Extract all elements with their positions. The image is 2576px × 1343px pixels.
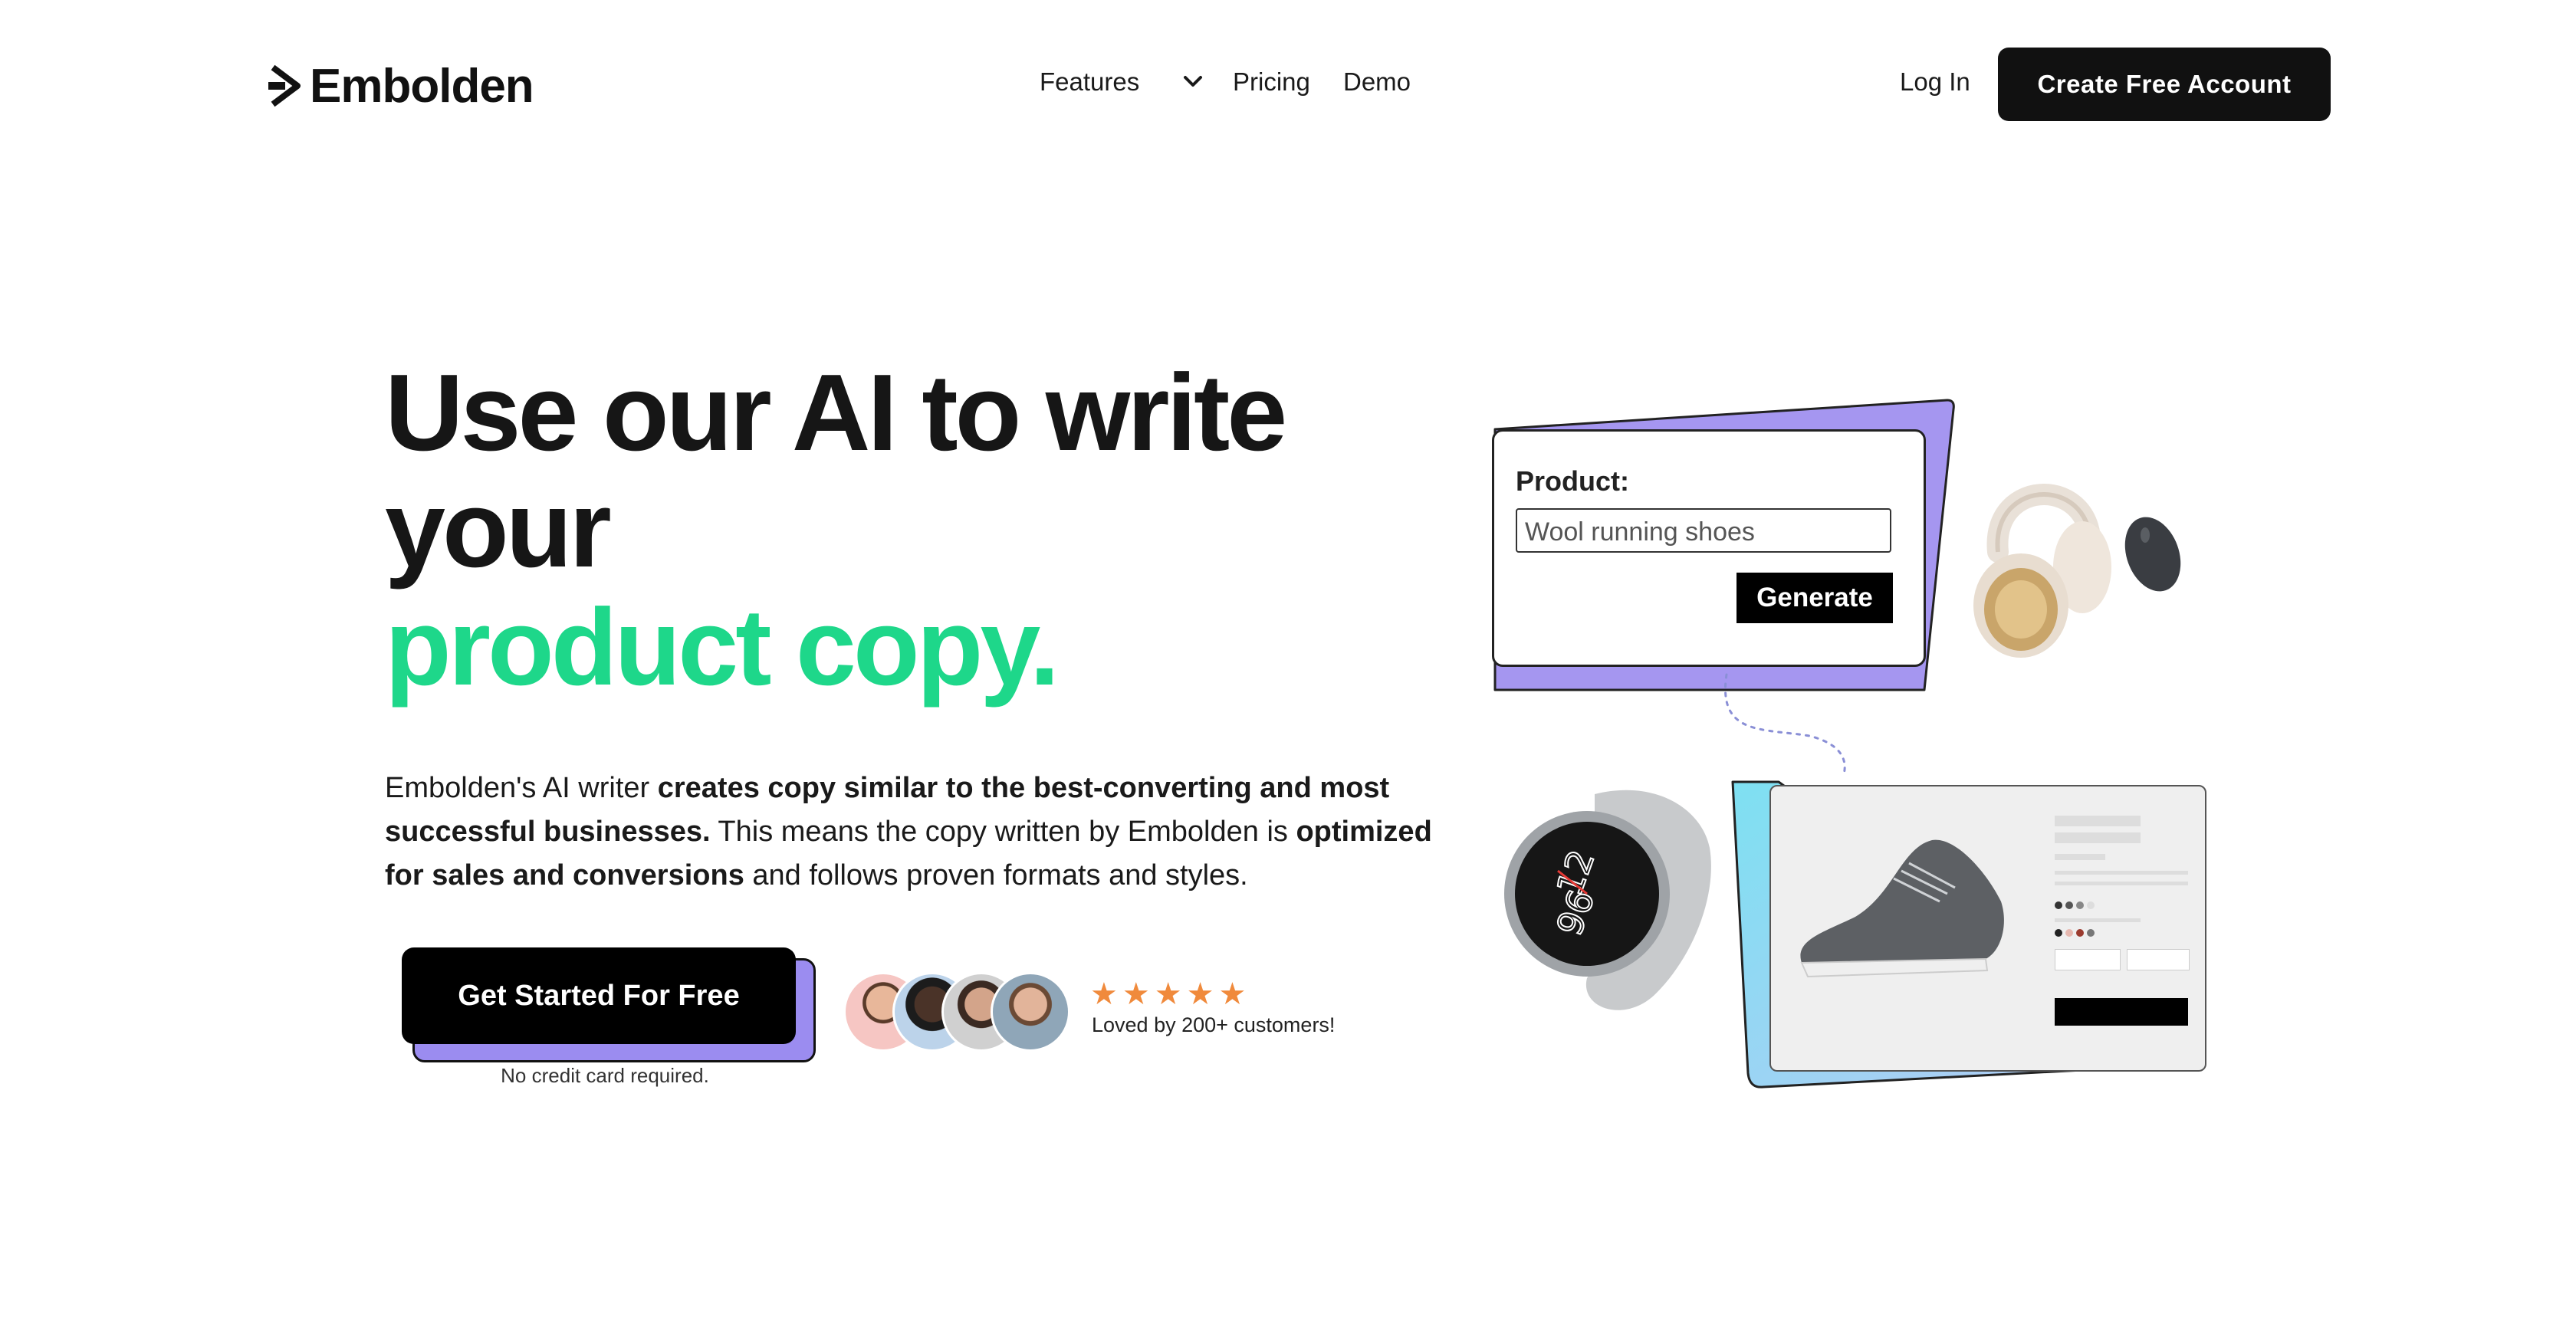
shoe-product-page — [1769, 785, 2206, 1072]
star-icon: ★ — [1186, 977, 1214, 1011]
nav-features-label: Features — [1040, 67, 1140, 96]
color-swatches — [2055, 901, 2095, 909]
swatch — [2065, 929, 2073, 937]
hero-description: Embolden's AI writer creates copy simila… — [385, 767, 1458, 898]
star-icon: ★ — [1090, 977, 1118, 1011]
get-started-button[interactable]: Get Started For Free — [402, 947, 796, 1044]
product-input[interactable]: Wool running shoes — [1516, 508, 1891, 553]
swatch — [2055, 929, 2062, 937]
brand-logo[interactable]: Embolden — [268, 57, 534, 115]
rating-stars: ★ ★ ★ ★ ★ — [1090, 977, 1246, 1012]
hero-title-line1: Use our AI to write — [385, 352, 1287, 474]
star-icon: ★ — [1122, 977, 1150, 1011]
hero-title-line3: product copy. — [385, 586, 1060, 708]
placeholder-line — [2055, 854, 2105, 860]
hero-title-line2: your — [385, 468, 612, 590]
customer-count: Loved by 200+ customers! — [1092, 1013, 1336, 1036]
product-label: Product: — [1516, 465, 1629, 497]
color-swatches-2 — [2055, 929, 2095, 937]
desc-text-2: This means the copy written by Embolden … — [710, 816, 1296, 848]
nav-demo[interactable]: Demo — [1343, 67, 1411, 97]
swatch — [2065, 901, 2073, 909]
placeholder-line — [2055, 871, 2188, 875]
placeholder-line — [2055, 816, 2141, 826]
nav-pricing[interactable]: Pricing — [1233, 67, 1310, 97]
swatch — [2087, 929, 2095, 937]
star-icon: ★ — [1218, 977, 1247, 1011]
no-credit-card-note: No credit card required. — [501, 1064, 709, 1087]
swatch — [2076, 929, 2084, 937]
shoe-image — [1800, 839, 2004, 978]
swatch — [2076, 901, 2084, 909]
swatch — [2087, 901, 2095, 909]
login-link[interactable]: Log In — [1900, 67, 1970, 97]
logo-icon — [268, 64, 301, 107]
swatch — [2055, 901, 2062, 909]
mouse-image — [2124, 517, 2181, 592]
brand-name: Embolden — [310, 59, 534, 113]
customer-avatar — [991, 972, 1070, 1052]
smartwatch-image: 12 96 — [1504, 790, 1711, 1010]
star-icon: ★ — [1154, 977, 1182, 1011]
placeholder-line — [2055, 832, 2141, 843]
create-account-button[interactable]: Create Free Account — [1998, 48, 2331, 121]
add-to-cart-bar — [2055, 998, 2188, 1026]
desc-text-3: and follows proven formats and styles. — [744, 859, 1248, 892]
desc-text-1: Embolden's AI writer — [385, 772, 658, 804]
headphones-image — [1973, 484, 2111, 658]
placeholder-line — [2055, 882, 2188, 885]
size-select — [2055, 949, 2121, 970]
quantity-select — [2127, 949, 2190, 970]
chevron-down-icon[interactable] — [1182, 74, 1204, 89]
product-input-card: Product: Wool running shoes Generate — [1492, 429, 1926, 667]
placeholder-line — [2055, 918, 2141, 922]
generate-button[interactable]: Generate — [1737, 573, 1893, 623]
nav-features[interactable]: Features — [1040, 67, 1139, 97]
